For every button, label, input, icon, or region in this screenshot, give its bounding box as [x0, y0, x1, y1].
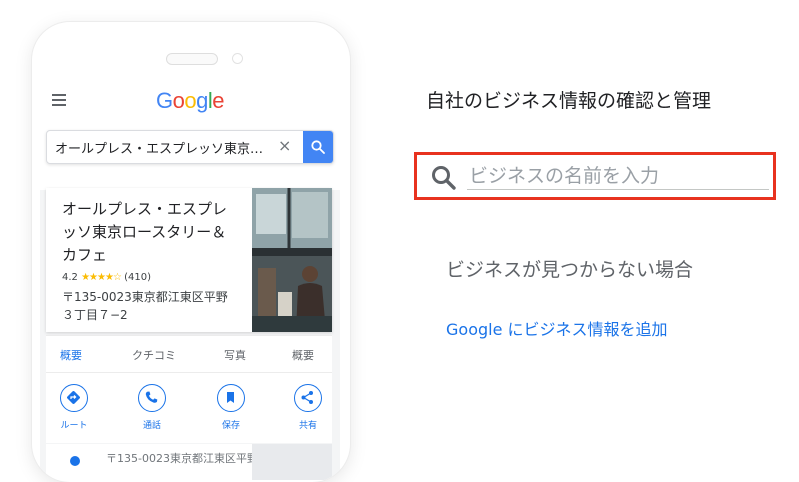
business-rating: 4.2 ★★★★☆ (410): [62, 272, 151, 283]
add-business-link[interactable]: Google にビジネス情報を追加: [446, 316, 668, 340]
location-pin-icon: [70, 456, 80, 466]
tab-overview[interactable]: 概要: [60, 347, 82, 363]
tab-about[interactable]: 概要: [292, 347, 314, 363]
phone-speaker: [166, 53, 218, 65]
search-input[interactable]: オールプレス・エスプレッソ東京… ×: [46, 130, 334, 164]
google-top-bar: Google オールプレス・エスプレッソ東京… ×: [40, 80, 340, 190]
call-button[interactable]: 通話: [127, 384, 177, 431]
phone-icon: [138, 384, 166, 412]
share-icon: [294, 384, 322, 412]
share-button[interactable]: 共有: [283, 384, 333, 431]
save-button[interactable]: 保存: [206, 384, 256, 431]
menu-icon[interactable]: [52, 94, 66, 106]
phone-mockup: Google オールプレス・エスプレッソ東京… × オールプレス・エスプレッソ東…: [32, 22, 350, 482]
address-row[interactable]: 〒135-0023東京都江東区平野: [46, 444, 332, 480]
bookmark-icon: [217, 384, 245, 412]
business-photo[interactable]: [252, 188, 332, 332]
business-address: 〒135-0023東京都江東区平野３丁目７−2: [62, 290, 228, 322]
route-button[interactable]: ルート: [49, 384, 99, 431]
search-icon: [432, 166, 456, 190]
tab-reviews[interactable]: クチコミ: [132, 347, 176, 363]
action-row: ルート 通話 保存 共有: [46, 372, 332, 443]
clear-icon[interactable]: ×: [278, 136, 291, 155]
address-row-text: 〒135-0023東京都江東区平野: [106, 452, 258, 465]
business-name[interactable]: オールプレス・エスプレッソ東京ロースタリー＆カフェ: [62, 198, 240, 267]
search-query[interactable]: オールプレス・エスプレッソ東京…: [55, 138, 263, 157]
search-icon: [311, 140, 325, 154]
rating-stars: ★★★★☆: [81, 272, 122, 283]
business-card[interactable]: オールプレス・エスプレッソ東京ロースタリー＆カフェ 4.2 ★★★★☆ (410…: [46, 188, 332, 332]
input-underline: [467, 189, 769, 190]
google-logo[interactable]: Google: [156, 88, 225, 114]
not-found-text: ビジネスが見つからない場合: [446, 259, 694, 281]
directions-icon: [60, 384, 88, 412]
tab-photos[interactable]: 写真: [224, 347, 246, 363]
search-button[interactable]: [303, 131, 333, 163]
phone-screen: Google オールプレス・エスプレッソ東京… × オールプレス・エスプレッソ東…: [40, 80, 340, 480]
business-tabs: 概要 クチコミ 写真 概要: [46, 335, 332, 372]
business-search-field[interactable]: ビジネスの名前を入力: [414, 152, 776, 200]
page-title: 自社のビジネス情報の確認と管理: [426, 90, 712, 112]
business-search-placeholder[interactable]: ビジネスの名前を入力: [469, 161, 659, 188]
phone-camera: [232, 53, 243, 64]
map-thumbnail[interactable]: [252, 444, 332, 480]
